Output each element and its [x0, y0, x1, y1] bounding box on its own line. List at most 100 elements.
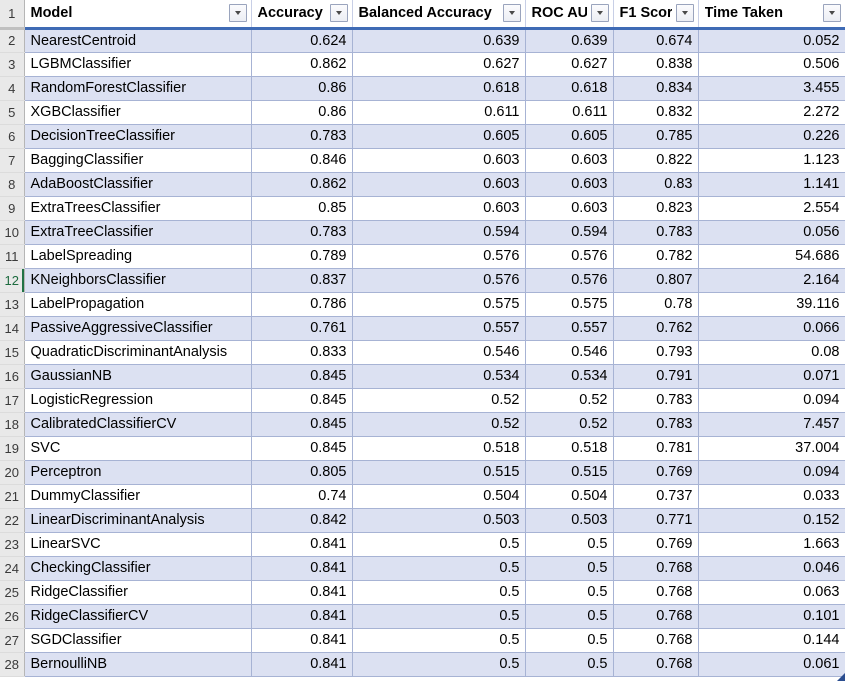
cell-time[interactable]: 0.046: [698, 556, 845, 581]
cell-f1[interactable]: 0.807: [613, 268, 699, 293]
table-row[interactable]: 16 GaussianNB 0.845 0.534 0.534 0.791 0.071: [0, 364, 845, 389]
cell-f1[interactable]: 0.768: [613, 652, 699, 677]
cell-roc_auc[interactable]: 0.534: [525, 364, 614, 389]
table-row[interactable]: 17 LogisticRegression 0.845 0.52 0.52 0.783 0.…: [0, 388, 845, 413]
cell-time[interactable]: 0.08: [698, 340, 845, 365]
cell-roc_auc[interactable]: 0.546: [525, 340, 614, 365]
cell-time[interactable]: 37.004: [698, 436, 845, 461]
row-header-12[interactable]: 12: [0, 268, 25, 293]
table-row[interactable]: 27 SGDClassifier 0.841 0.5 0.5 0.768 0.144: [0, 628, 845, 653]
table-row[interactable]: 14 PassiveAggressiveClassifier 0.761 0.557 0…: [0, 316, 845, 341]
table-row[interactable]: 11 LabelSpreading 0.789 0.576 0.576 0.782 54.6…: [0, 244, 845, 269]
row-header-5[interactable]: 5: [0, 100, 25, 125]
table-row[interactable]: 19 SVC 0.845 0.518 0.518 0.781 37.004: [0, 436, 845, 461]
table-row[interactable]: 7 BaggingClassifier 0.846 0.603 0.603 0.822 1.…: [0, 148, 845, 173]
cell-balanced_accuracy[interactable]: 0.576: [352, 244, 526, 269]
column-header-accuracy[interactable]: Accuracy: [251, 0, 353, 30]
cell-roc_auc[interactable]: 0.618: [525, 76, 614, 101]
cell-model[interactable]: CalibratedClassifierCV: [23, 412, 252, 437]
table-row[interactable]: 5 XGBClassifier 0.86 0.611 0.611 0.832 2.272: [0, 100, 845, 125]
cell-accuracy[interactable]: 0.862: [251, 52, 353, 77]
table-row[interactable]: 2 NearestCentroid 0.624 0.639 0.639 0.674 0.05…: [0, 28, 845, 53]
table-row[interactable]: 3 LGBMClassifier 0.862 0.627 0.627 0.838 0.506: [0, 52, 845, 77]
cell-accuracy[interactable]: 0.841: [251, 556, 353, 581]
cell-model[interactable]: DecisionTreeClassifier: [23, 124, 252, 149]
cell-roc_auc[interactable]: 0.576: [525, 268, 614, 293]
cell-roc_auc[interactable]: 0.518: [525, 436, 614, 461]
column-header-f1-score[interactable]: F1 Score: [613, 0, 699, 30]
cell-accuracy[interactable]: 0.761: [251, 316, 353, 341]
row-header-20[interactable]: 20: [0, 460, 25, 485]
row-header-21[interactable]: 21: [0, 484, 25, 509]
cell-time[interactable]: 54.686: [698, 244, 845, 269]
filter-dropdown-icon[interactable]: [329, 4, 348, 23]
cell-model[interactable]: CheckingClassifier: [23, 556, 252, 581]
cell-balanced_accuracy[interactable]: 0.518: [352, 436, 526, 461]
cell-accuracy[interactable]: 0.841: [251, 628, 353, 653]
cell-accuracy[interactable]: 0.86: [251, 100, 353, 125]
cell-model[interactable]: RidgeClassifierCV: [23, 604, 252, 629]
cell-balanced_accuracy[interactable]: 0.627: [352, 52, 526, 77]
cell-model[interactable]: Perceptron: [23, 460, 252, 485]
cell-f1[interactable]: 0.78: [613, 292, 699, 317]
row-header-18[interactable]: 18: [0, 412, 25, 437]
cell-time[interactable]: 7.457: [698, 412, 845, 437]
cell-time[interactable]: 0.101: [698, 604, 845, 629]
cell-balanced_accuracy[interactable]: 0.5: [352, 532, 526, 557]
cell-f1[interactable]: 0.785: [613, 124, 699, 149]
cell-accuracy[interactable]: 0.845: [251, 436, 353, 461]
cell-balanced_accuracy[interactable]: 0.603: [352, 148, 526, 173]
cell-accuracy[interactable]: 0.845: [251, 412, 353, 437]
cell-roc_auc[interactable]: 0.575: [525, 292, 614, 317]
cell-balanced_accuracy[interactable]: 0.576: [352, 268, 526, 293]
cell-time[interactable]: 0.033: [698, 484, 845, 509]
cell-f1[interactable]: 0.737: [613, 484, 699, 509]
row-header-1[interactable]: 1: [0, 0, 25, 30]
column-header-roc-auc[interactable]: ROC AUC: [525, 0, 614, 30]
filter-dropdown-icon[interactable]: [675, 4, 694, 23]
table-row[interactable]: 13 LabelPropagation 0.786 0.575 0.575 0.78 39.…: [0, 292, 845, 317]
cell-roc_auc[interactable]: 0.5: [525, 556, 614, 581]
row-header-27[interactable]: 27: [0, 628, 25, 653]
cell-balanced_accuracy[interactable]: 0.618: [352, 76, 526, 101]
cell-accuracy[interactable]: 0.837: [251, 268, 353, 293]
cell-model[interactable]: RandomForestClassifier: [23, 76, 252, 101]
table-row[interactable]: 4 RandomForestClassifier 0.86 0.618 0.618 0.8…: [0, 76, 845, 101]
cell-f1[interactable]: 0.791: [613, 364, 699, 389]
row-header-19[interactable]: 19: [0, 436, 25, 461]
table-row[interactable]: 24 CheckingClassifier 0.841 0.5 0.5 0.768 0.04…: [0, 556, 845, 581]
column-header-model[interactable]: Model: [24, 0, 252, 30]
row-header-8[interactable]: 8: [0, 172, 25, 197]
column-header-time-taken[interactable]: Time Taken: [698, 0, 845, 30]
cell-time[interactable]: 0.094: [698, 460, 845, 485]
cell-model[interactable]: RidgeClassifier: [23, 580, 252, 605]
cell-roc_auc[interactable]: 0.627: [525, 52, 614, 77]
cell-accuracy[interactable]: 0.846: [251, 148, 353, 173]
cell-model[interactable]: LinearSVC: [23, 532, 252, 557]
cell-model[interactable]: QuadraticDiscriminantAnalysis: [23, 340, 252, 365]
cell-balanced_accuracy[interactable]: 0.515: [352, 460, 526, 485]
cell-accuracy[interactable]: 0.783: [251, 124, 353, 149]
cell-balanced_accuracy[interactable]: 0.52: [352, 412, 526, 437]
cell-roc_auc[interactable]: 0.603: [525, 196, 614, 221]
cell-f1[interactable]: 0.782: [613, 244, 699, 269]
cell-roc_auc[interactable]: 0.557: [525, 316, 614, 341]
cell-accuracy[interactable]: 0.624: [251, 28, 353, 53]
cell-model[interactable]: BernoulliNB: [23, 652, 252, 677]
cell-time[interactable]: 2.554: [698, 196, 845, 221]
cell-model[interactable]: SGDClassifier: [23, 628, 252, 653]
row-header-15[interactable]: 15: [0, 340, 25, 365]
cell-time[interactable]: 0.063: [698, 580, 845, 605]
cell-model[interactable]: DummyClassifier: [23, 484, 252, 509]
cell-model[interactable]: XGBClassifier: [23, 100, 252, 125]
cell-model[interactable]: NearestCentroid: [23, 28, 252, 53]
cell-model[interactable]: PassiveAggressiveClassifier: [23, 316, 252, 341]
cell-balanced_accuracy[interactable]: 0.534: [352, 364, 526, 389]
cell-model[interactable]: ExtraTreeClassifier: [23, 220, 252, 245]
cell-time[interactable]: 0.144: [698, 628, 845, 653]
cell-time[interactable]: 1.141: [698, 172, 845, 197]
cell-accuracy[interactable]: 0.85: [251, 196, 353, 221]
cell-model[interactable]: KNeighborsClassifier: [23, 268, 252, 293]
cell-model[interactable]: AdaBoostClassifier: [23, 172, 252, 197]
row-header-17[interactable]: 17: [0, 388, 25, 413]
